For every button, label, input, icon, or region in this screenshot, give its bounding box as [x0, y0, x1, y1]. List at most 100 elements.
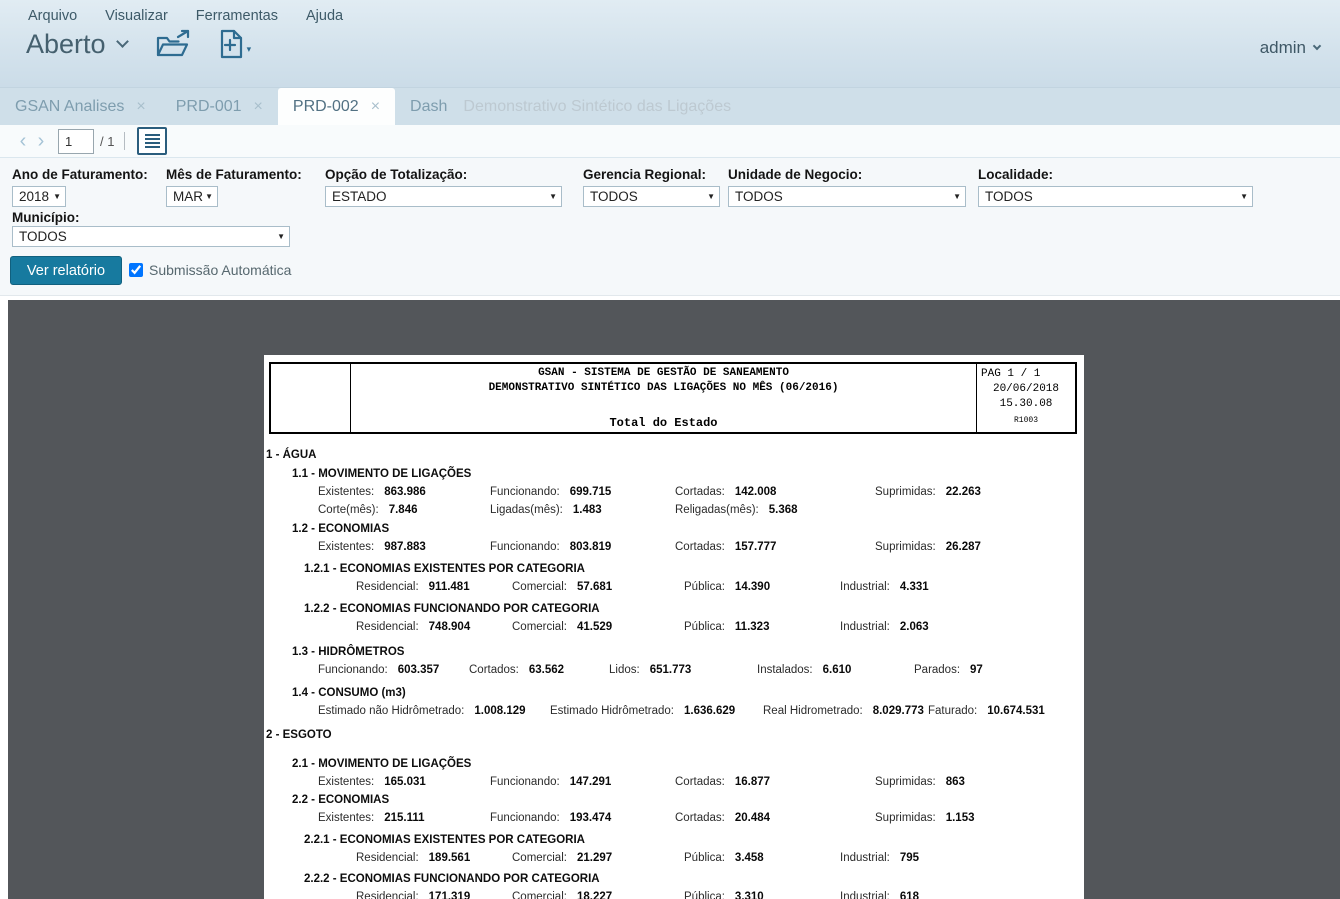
- report-metric: Cortadas:16.877: [675, 773, 770, 791]
- report-metric: Residencial:911.481: [356, 578, 470, 596]
- report-section-heading: 1.1 - MOVIMENTO DE LIGAÇÕES: [292, 465, 1084, 483]
- filter-label: Mês de Faturamento:: [166, 167, 302, 182]
- report-data-row: Existentes:165.031 Funcionando:147.291 Cor…: [264, 773, 1084, 791]
- selected-value: TODOS: [985, 189, 1033, 204]
- metric-label: Instalados:: [757, 664, 813, 676]
- metric-value: 22.263: [946, 486, 981, 498]
- report-metric: Existentes:165.031: [318, 773, 426, 791]
- metric-label: Parados:: [914, 664, 960, 676]
- report-meta-cell: PAG 1 / 1 20/06/2018 15.30.08 R1003: [977, 364, 1075, 432]
- report-metric: Existentes:987.883: [318, 538, 426, 556]
- menu-ferramentas[interactable]: Ferramentas: [196, 8, 278, 24]
- metric-value: 63.562: [529, 664, 564, 676]
- metric-label: Residencial:: [356, 891, 419, 899]
- metric-value: 2.063: [900, 621, 929, 633]
- filter-select-opção-de-totalização[interactable]: ESTADO ▼: [325, 186, 562, 207]
- chevron-down-icon: ▼: [277, 232, 285, 241]
- metric-label: Comercial:: [512, 891, 567, 899]
- report-data-row: Residencial:171.319Comercial:18.227Públi…: [264, 888, 1084, 899]
- report-code: R1003: [977, 413, 1075, 428]
- filter-select-gerencia-regional[interactable]: TODOS▼: [583, 186, 720, 207]
- close-icon[interactable]: ×: [136, 98, 145, 116]
- metric-label: Cortadas:: [675, 776, 725, 788]
- selected-value: ESTADO: [332, 189, 387, 204]
- tab-prd-001[interactable]: PRD-001×: [161, 88, 278, 125]
- filter-label: Unidade de Negocio:: [728, 167, 862, 182]
- page-input[interactable]: [58, 129, 94, 154]
- auto-submit-option[interactable]: Submissão Automática: [129, 262, 291, 278]
- new-document-button[interactable]: ▾: [219, 28, 252, 60]
- menu-ajuda[interactable]: Ajuda: [306, 8, 343, 24]
- close-icon[interactable]: ×: [254, 98, 263, 116]
- toc-button[interactable]: [137, 127, 167, 155]
- open-document-dropdown[interactable]: Aberto: [26, 29, 127, 60]
- menu-arquivo[interactable]: Arquivo: [28, 8, 77, 24]
- metric-label: Real Hidrometrado:: [763, 705, 863, 717]
- selected-value: TODOS: [735, 189, 783, 204]
- metric-label: Existentes:: [318, 776, 374, 788]
- tab-strip: GSAN Analises×PRD-001×PRD-002×DashDemons…: [0, 88, 1340, 125]
- report-metric: Funcionando:147.291: [490, 773, 611, 791]
- report-viewer: GSAN - SISTEMA DE GESTÃO DE SANEAMENTO D…: [8, 300, 1340, 899]
- metric-label: Existentes:: [318, 812, 374, 824]
- report-metric: Comercial:41.529: [512, 618, 612, 636]
- metric-value: 10.674.531: [987, 705, 1045, 717]
- report-metric: Residencial:189.561: [356, 849, 470, 867]
- report-section-heading: 1.2.1 - ECONOMIAS EXISTENTES POR CATEGOR…: [304, 560, 1084, 578]
- close-icon[interactable]: ×: [371, 98, 380, 116]
- metric-value: 6.610: [823, 664, 852, 676]
- metric-value: 748.904: [429, 621, 471, 633]
- metric-value: 987.883: [384, 541, 426, 553]
- report-org-line: GSAN - SISTEMA DE GESTÃO DE SANEAMENTO: [351, 367, 976, 379]
- metric-value: 795: [900, 852, 919, 864]
- report-metric: Pública:14.390: [684, 578, 770, 596]
- metric-label: Existentes:: [318, 486, 374, 498]
- menu-visualizar[interactable]: Visualizar: [105, 8, 168, 24]
- tab-dash[interactable]: DashDemonstrativo Sintético das Ligações: [395, 88, 746, 125]
- report-metric: Estimado não Hidrômetrado:1.008.129: [318, 702, 526, 720]
- metric-label: Corte(mês):: [318, 504, 379, 516]
- report-date: 20/06/2018: [977, 382, 1075, 397]
- metric-label: Pública:: [684, 891, 725, 899]
- user-menu[interactable]: admin: [1260, 38, 1320, 58]
- report-page: GSAN - SISTEMA DE GESTÃO DE SANEAMENTO D…: [264, 355, 1084, 899]
- report-metric: Residencial:748.904: [356, 618, 470, 636]
- selected-value: TODOS: [590, 189, 638, 204]
- filter-select-unidade-de-negocio[interactable]: TODOS▼: [728, 186, 966, 207]
- report-metric: Lidos:651.773: [609, 661, 691, 679]
- open-folder-button[interactable]: [155, 28, 191, 60]
- report-metric: Comercial:57.681: [512, 578, 612, 596]
- view-report-button[interactable]: Ver relatório: [10, 256, 122, 285]
- filter-select-ano-de-faturamento[interactable]: 2018▼: [12, 186, 66, 207]
- filter-select-município[interactable]: TODOS▼: [12, 226, 290, 247]
- file-plus-icon: [219, 28, 245, 60]
- report-body: 1 - ÁGUA1.1 - MOVIMENTO DE LIGAÇÕESExist…: [264, 441, 1084, 899]
- metric-value: 147.291: [570, 776, 612, 788]
- tab-prd-002[interactable]: PRD-002×: [278, 88, 395, 125]
- tab-gsan-analises[interactable]: GSAN Analises ×: [0, 88, 161, 125]
- report-metric: Comercial:21.297: [512, 849, 612, 867]
- next-page-button[interactable]: ›: [32, 131, 50, 151]
- report-section-heading: 2.1 - MOVIMENTO DE LIGAÇÕES: [292, 755, 1084, 773]
- metric-value: 14.390: [735, 581, 770, 593]
- chevron-down-icon: ▼: [549, 192, 557, 201]
- metric-value: 11.323: [735, 621, 770, 633]
- metric-label: Comercial:: [512, 621, 567, 633]
- report-data-row: Residencial:911.481 Comercial:57.681 Públi…: [264, 578, 1084, 596]
- metric-label: Industrial:: [840, 581, 890, 593]
- filter-select-mês-de-faturamento[interactable]: MAR▼: [166, 186, 218, 207]
- filter-select-localidade[interactable]: TODOS▼: [978, 186, 1253, 207]
- metric-value: 18.227: [577, 891, 612, 899]
- report-metric: Industrial:618: [840, 888, 919, 899]
- prev-page-button[interactable]: ‹: [14, 131, 32, 151]
- metric-value: 7.846: [389, 504, 418, 516]
- metric-value: 193.474: [570, 812, 612, 824]
- selected-value: 2018: [19, 189, 49, 204]
- tab-label: GSAN Analises: [15, 98, 124, 116]
- report-section-heading: 2.2.2 - ECONOMIAS FUNCIONANDO POR CATEGO…: [304, 870, 1084, 888]
- report-metric: Pública:3.310: [684, 888, 764, 899]
- auto-submit-checkbox[interactable]: [129, 263, 143, 277]
- metric-label: Residencial:: [356, 581, 419, 593]
- report-metric: Funcionando:803.819: [490, 538, 611, 556]
- filter-panel: Ano de Faturamento:2018▼Mês de Faturamen…: [0, 158, 1340, 296]
